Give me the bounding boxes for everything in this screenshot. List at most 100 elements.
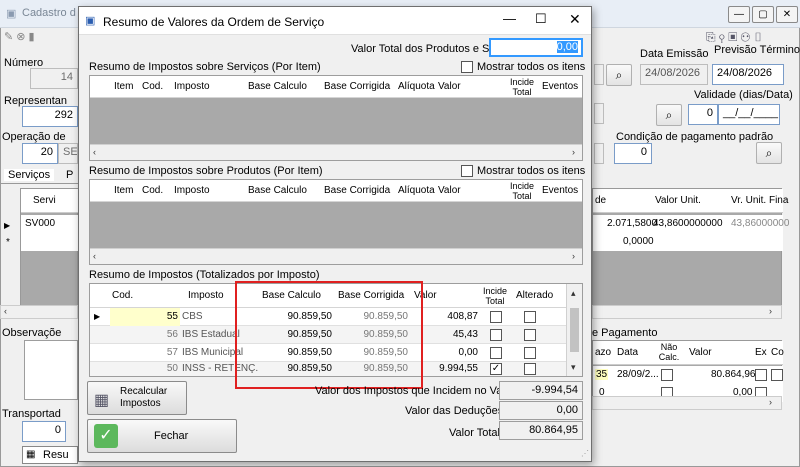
totals-row-incide-checkbox-checked[interactable]: ✓ [490,363,502,375]
tab-produtos[interactable]: P [66,169,73,181]
resize-grip-icon[interactable]: ⋰ [581,449,589,458]
tot-scroll-thumb[interactable] [570,308,579,352]
label-condicao-pagamento: Condição de pagamento padrão [616,131,774,143]
payment-row-prazo[interactable]: 35 [595,369,609,380]
scroll-right-icon[interactable]: › [769,306,772,316]
services-row-final: 43,86000000 [731,218,790,229]
products-show-all-checkbox[interactable] [461,165,473,177]
prd-col-corrigida: Base Corrigida [324,185,391,196]
svc-scroll-left-icon[interactable]: ‹ [93,147,96,157]
services-show-all-label: Mostrar todos os itens [477,61,586,73]
label-data-emissao: Data Emissão [640,48,709,60]
bg-hscroll[interactable]: ‹ [0,305,78,319]
bg-right-hscroll[interactable]: › [592,305,782,319]
bg-maximize-button[interactable]: ▢ [752,6,774,23]
payment-row-naocalc-checkbox[interactable] [661,369,673,381]
prd-col-imposto: Imposto [174,185,210,196]
bg-minimize-button[interactable]: — [728,6,750,23]
services-row-unit: 43,8600000000 [653,218,723,229]
services-section-title: Resumo de Impostos sobre Serviços (Por I… [89,61,321,73]
payment-header-ex: Ex [755,347,767,358]
dialog-close-button[interactable]: ✕ [569,11,581,28]
tot-scroll-up-icon[interactable]: ▴ [571,288,576,299]
svc-col-corrigida: Base Corrigida [324,81,391,92]
services-header-vr-final: Vr. Unit. Fina [731,195,789,206]
previsao-termino-field[interactable]: 24/08/2026 [712,64,784,85]
valor-total-value: 0,00 [556,41,578,53]
bg-field-partial-1 [594,64,604,85]
valor-total-final-label: Valor Total [449,427,500,439]
services-grid-right: de Valor Unit. Vr. Unit. Fina 2.071,5800… [592,188,789,308]
representante-field[interactable]: 292 [22,106,78,127]
services-grid-hscroll[interactable]: ‹ › [90,144,582,160]
prd-col-incide: Incide Total [509,181,535,201]
checkmark-icon: ✓ [94,424,118,448]
dialog-titlebar: ▣ Resumo de Valores da Ordem de Serviço … [79,7,591,35]
dialog-minimize-button[interactable]: — [503,11,516,26]
tab-servicos[interactable]: Serviços [4,169,55,181]
svc-scroll-right-icon[interactable]: › [572,147,575,157]
tot-scroll-down-icon[interactable]: ▾ [571,362,576,373]
prd-scroll-left-icon[interactable]: ‹ [93,251,96,261]
services-row-code[interactable]: SV000 [25,218,55,229]
dialog-title: Resumo de Valores da Ordem de Serviço [103,15,325,29]
bg-right-toolbar-icons[interactable]: ⎘ ⚲ ▣ ⚇ ▯ [706,30,763,45]
payment-row-valor[interactable]: 80.864,96 [711,369,756,380]
validade-data-field[interactable]: __/__/____ [718,104,780,125]
svc-col-aliquota: Alíquota [398,81,435,92]
svc-col-cod: Cod. [142,81,164,92]
fechar-button[interactable]: ✓ Fechar [87,419,237,453]
tot-col-incide: Incide Total [482,286,508,306]
valor-total-field[interactable]: 0,00 [489,38,583,57]
bg-toolbar-icons[interactable]: ✎ ⊗ ▮ [4,30,35,43]
bg-field-partial-3 [594,143,604,164]
row-selected-pointer-icon: ▶ [94,312,101,321]
bg-close-button[interactable]: ✕ [776,6,798,23]
payment-row-data[interactable]: 28/09/2... [617,369,659,380]
valor-total-final-field: 80.864,95 [499,421,583,440]
row-pointer-icon: ▶ [4,221,11,230]
recalcular-impostos-button[interactable]: ▦ Recalcular Impostos [87,381,187,415]
operacao-code-field[interactable]: 20 [22,143,58,164]
totals-row-alterado-checkbox[interactable] [524,329,536,341]
payment-scroll-right-icon[interactable]: › [769,397,772,407]
search-binoculars-button-1[interactable]: ⌕ [606,64,632,86]
products-show-all-label: Mostrar todos os itens [477,165,586,177]
totals-grid-vscroll[interactable]: ▴ ▾ [566,284,582,376]
dialog-maximize-button[interactable]: ☐ [535,11,547,27]
label-pagamento: e Pagamento [592,327,658,339]
totals-row-incide-checkbox[interactable] [490,347,502,359]
totals-row-alterado-checkbox[interactable] [524,363,536,375]
search-binoculars-button-2[interactable]: ⌕ [656,104,682,126]
totals-row-incide-checkbox[interactable] [490,329,502,341]
products-grid-body [90,202,582,248]
payment-header-data: Data [617,347,639,358]
label-validade: Validade (dias/Data) [694,89,793,101]
totals-row-alterado-checkbox[interactable] [524,311,536,323]
tot-col-alterado: Alterado [516,290,554,301]
payment-row-co-checkbox[interactable] [771,369,783,381]
bottom-tab-resumo[interactable]: ▦ Resu [22,446,78,464]
observacoes-field[interactable] [24,340,78,400]
label-observacoes: Observaçõe [2,327,62,339]
scroll-left-icon[interactable]: ‹ [4,306,7,316]
condicao-pagamento-field[interactable]: 0 [614,143,652,164]
deducoes-value-field: 0,00 [499,401,583,420]
svc-col-valor: Valor [438,81,461,92]
tax-summary-dialog: ▣ Resumo de Valores da Ordem de Serviço … [78,6,592,462]
bottom-tab-label: Resu [43,449,69,461]
totals-row-incide-checkbox[interactable] [490,311,502,323]
search-binoculars-button-3[interactable]: ⌕ [756,142,782,164]
services-row2-unit: 0,0000 [623,236,654,247]
products-grid-hscroll[interactable]: ‹ › [90,248,582,264]
totals-row-cod: 57 [166,347,178,358]
transportado-field[interactable]: 0 [22,421,66,442]
services-header-valor-unit: Valor Unit. [655,195,701,206]
totals-row-alterado-checkbox[interactable] [524,347,536,359]
payment-hscroll[interactable]: › [592,396,782,410]
validade-dias-field[interactable]: 0 [688,104,718,125]
payment-row-ex-checkbox[interactable] [755,369,767,381]
prd-scroll-right-icon[interactable]: › [572,251,575,261]
services-show-all-checkbox[interactable] [461,61,473,73]
services-header-qty: de [595,195,607,206]
